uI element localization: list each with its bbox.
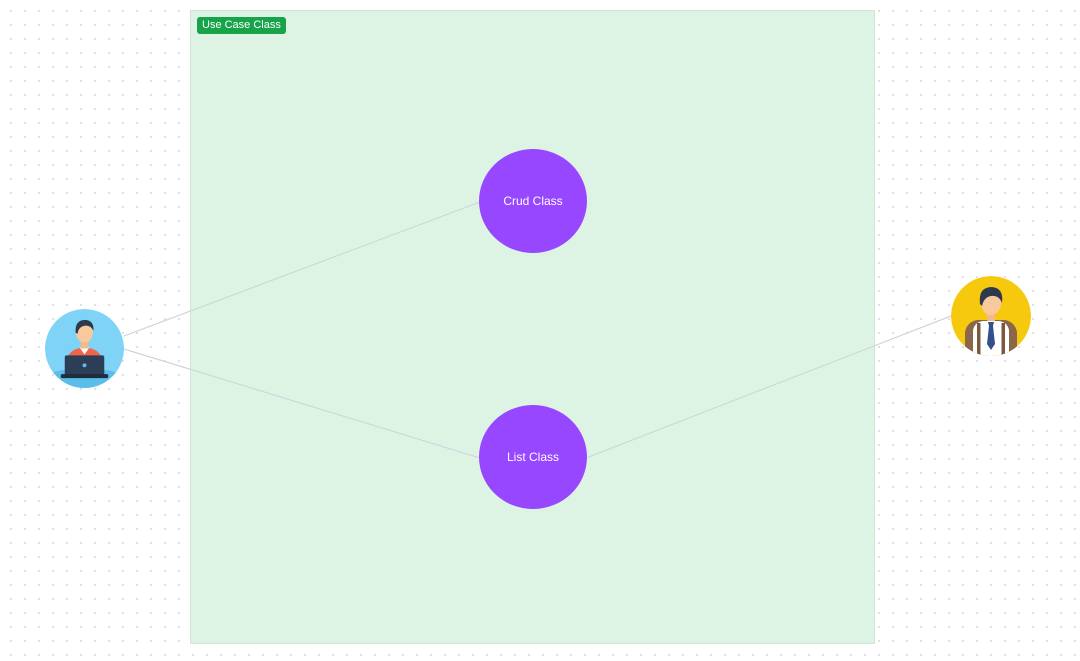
- actor-student[interactable]: [951, 276, 1031, 356]
- developer-with-laptop-icon: [45, 309, 124, 388]
- use-case-list-class[interactable]: List Class: [479, 405, 587, 509]
- use-case-crud-class[interactable]: Crud Class: [479, 149, 587, 253]
- actor-developer[interactable]: [45, 309, 124, 388]
- use-case-label: List Class: [506, 450, 559, 464]
- student-with-backpack-icon: [951, 276, 1031, 356]
- use-case-label: Crud Class: [503, 194, 563, 208]
- boundary-label[interactable]: Use Case Class: [197, 17, 286, 34]
- use-case-boundary[interactable]: Use Case Class: [190, 10, 875, 644]
